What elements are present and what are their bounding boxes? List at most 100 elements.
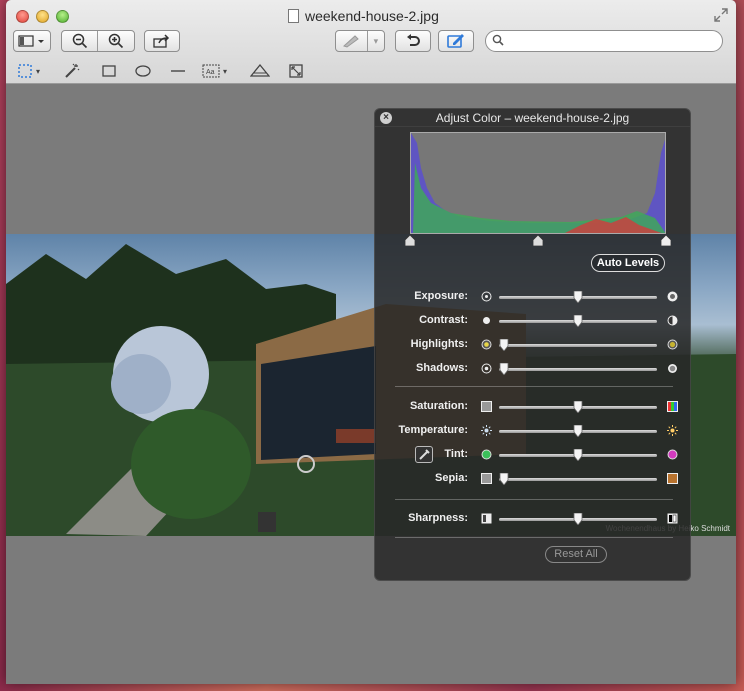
- white-point-marker[interactable]: [661, 235, 671, 246]
- rotate-button[interactable]: [395, 30, 431, 52]
- reset-all-button[interactable]: Reset All: [545, 546, 607, 563]
- search-icon: [492, 34, 504, 46]
- contrast-low-icon: [483, 317, 490, 324]
- aperture-large-icon: [667, 291, 678, 302]
- resize-icon: [289, 64, 303, 78]
- sidebar-icon: [18, 35, 44, 47]
- slider-track[interactable]: [499, 339, 657, 351]
- histogram: [410, 132, 666, 234]
- chevron-down-icon: ▾: [223, 66, 228, 76]
- divider: [395, 386, 673, 387]
- document-icon: [288, 9, 299, 23]
- saturation-high-icon: [667, 401, 678, 412]
- slider-row-tint: Tint:: [375, 445, 692, 465]
- magic-wand-icon: [65, 63, 80, 78]
- sharpness-low-icon: [481, 513, 492, 524]
- sharpness-high-icon: [667, 513, 678, 524]
- slider-row-sepia: Sepia:: [375, 469, 692, 489]
- shadows-high-icon: [668, 364, 677, 373]
- slider-track[interactable]: [499, 401, 657, 413]
- slider-knob[interactable]: [573, 425, 583, 437]
- minimize-window-button[interactable]: [36, 10, 49, 23]
- zoom-button-group: [61, 30, 135, 52]
- gamma-marker[interactable]: [533, 235, 543, 246]
- temperature-cool-icon: [481, 425, 492, 436]
- window-title-text: weekend-house-2.jpg: [305, 8, 439, 24]
- slider-row-highlights: Highlights:: [375, 335, 692, 355]
- slider-knob[interactable]: [499, 473, 509, 485]
- panel-title: Adjust Color – weekend-house-2.jpg: [375, 109, 690, 127]
- slider-knob[interactable]: [573, 291, 583, 303]
- slider-label: Highlights:: [410, 338, 468, 350]
- slider-label: Temperature:: [398, 424, 468, 436]
- chevron-down-icon: ▾: [373, 35, 379, 46]
- rect-selection-icon: [18, 64, 32, 78]
- svg-text:Aa: Aa: [206, 69, 215, 76]
- slider-knob[interactable]: [573, 315, 583, 327]
- slider-label: Sepia:: [434, 472, 468, 484]
- sepia-low-icon: [481, 473, 492, 484]
- adjust-color-tool[interactable]: [250, 63, 270, 79]
- slider-row-temperature: Temperature:: [375, 421, 692, 441]
- slider-track[interactable]: [499, 363, 657, 375]
- close-icon[interactable]: ×: [380, 112, 392, 124]
- slider-track[interactable]: [499, 473, 657, 485]
- slider-track[interactable]: [499, 425, 657, 437]
- slider-knob[interactable]: [499, 339, 509, 351]
- slider-row-exposure: Exposure:: [375, 287, 692, 307]
- slider-label: Tint:: [444, 448, 468, 460]
- tint-magenta-icon: [667, 449, 678, 460]
- slider-label: Exposure:: [414, 290, 468, 302]
- chevron-down-icon: ▾: [36, 66, 41, 76]
- rectangle-shape-tool[interactable]: [102, 63, 116, 79]
- slider-row-contrast: Contrast:: [375, 311, 692, 331]
- oval-shape-tool[interactable]: [135, 63, 151, 79]
- instant-alpha-tool[interactable]: [64, 63, 80, 79]
- slider-track[interactable]: [499, 449, 657, 461]
- annotate-button[interactable]: [438, 30, 474, 52]
- slider-track[interactable]: [499, 513, 657, 525]
- zoom-in-icon: [108, 33, 124, 49]
- prism-icon: [250, 64, 270, 77]
- shadows-low-icon: [481, 363, 492, 374]
- slider-row-saturation: Saturation:: [375, 397, 692, 417]
- text-tool[interactable]: Aa ▾: [202, 63, 227, 79]
- slider-knob[interactable]: [499, 363, 509, 375]
- adjust-size-tool[interactable]: [289, 63, 303, 79]
- line-shape-tool[interactable]: [170, 63, 186, 79]
- rectangle-icon: [102, 65, 116, 77]
- rotate-icon: [407, 34, 420, 46]
- slider-label: Shadows:: [416, 362, 468, 374]
- auto-levels-button[interactable]: Auto Levels: [591, 254, 665, 272]
- close-window-button[interactable]: [16, 10, 29, 23]
- text-box-icon: Aa: [202, 64, 220, 78]
- temperature-warm-icon: [667, 425, 678, 436]
- slider-row-sharpness: Sharpness:: [375, 509, 692, 529]
- slider-track[interactable]: [499, 291, 657, 303]
- share-button[interactable]: [144, 30, 180, 52]
- highlights-high-icon: [667, 339, 678, 350]
- slider-label: Sharpness:: [408, 512, 468, 524]
- selection-tool[interactable]: ▾: [18, 63, 40, 79]
- fullscreen-icon[interactable]: [714, 8, 728, 22]
- zoom-window-button[interactable]: [56, 10, 69, 23]
- adjust-color-panel: Adjust Color – weekend-house-2.jpg × Aut…: [374, 108, 691, 581]
- search-field[interactable]: [485, 30, 723, 52]
- sepia-high-icon: [667, 473, 678, 484]
- slider-knob[interactable]: [573, 449, 583, 461]
- slider-label: Saturation:: [409, 400, 468, 412]
- search-input[interactable]: [508, 33, 708, 49]
- markup-color-button[interactable]: ▾: [335, 30, 385, 52]
- slider-knob[interactable]: [573, 401, 583, 413]
- view-mode-button[interactable]: [13, 30, 51, 52]
- slider-knob[interactable]: [573, 513, 583, 525]
- pen-icon: [336, 31, 368, 51]
- slider-track[interactable]: [499, 315, 657, 327]
- zoom-out-button[interactable]: [62, 31, 99, 51]
- aperture-small-icon: [481, 291, 492, 302]
- zoom-in-button[interactable]: [98, 31, 134, 51]
- eyedropper-icon[interactable]: [415, 446, 433, 463]
- window-title: weekend-house-2.jpg: [288, 7, 439, 25]
- black-point-marker[interactable]: [405, 235, 415, 246]
- saturation-low-icon: [481, 401, 492, 412]
